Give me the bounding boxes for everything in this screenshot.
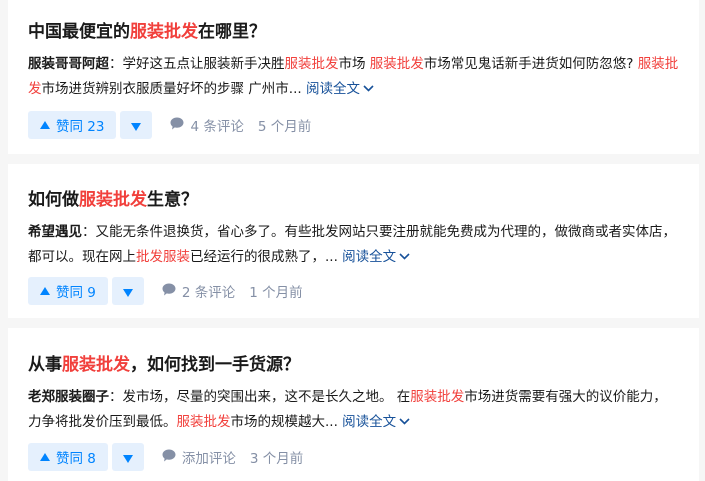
comments-button[interactable]: 4 条评论 <box>170 115 244 135</box>
result-title[interactable]: 如何做服装批发生意？ <box>28 188 679 212</box>
author-name: 老郑服装圈子 <box>28 389 109 405</box>
excerpt-text: 发市场，尽量的突围出来，这不是长久之地。 在 <box>122 389 411 405</box>
title-text: 从事 <box>28 355 62 375</box>
title-text: 中国最便宜的 <box>28 22 130 42</box>
chevron-down-icon <box>399 409 410 433</box>
result-title[interactable]: 中国最便宜的服装批发在哪里？ <box>28 20 679 44</box>
excerpt-text: ： <box>109 56 123 72</box>
read-more-label: 阅读全文 <box>342 414 397 430</box>
search-result-card: 中国最便宜的服装批发在哪里？ 服装哥哥阿超：学好这五点让服装新手决胜服装批发市场… <box>8 0 699 154</box>
title-text: 生意？ <box>147 190 198 210</box>
excerpt-text: 市场进货辨别衣服质量好坏的步骤 广州市... <box>41 81 306 97</box>
excerpt-keyword-highlight: 服装批发 <box>284 56 339 72</box>
answer-excerpt[interactable]: 老郑服装圈子：发市场，尽量的突围出来，这不是长久之地。 在服装批发市场进货需要有… <box>28 385 680 434</box>
excerpt-keyword-highlight: 批发服装 <box>136 249 190 265</box>
vote-up-label: 赞同 9 <box>56 285 96 301</box>
search-result-card: 如何做服装批发生意？ 希望遇见：又能无条件退换货，省心多了。有些批发网站只要注册… <box>8 164 699 318</box>
excerpt-keyword-highlight: 服装批发 <box>410 389 465 405</box>
triangle-down-icon <box>131 116 142 135</box>
answer-timestamp: 5 个月前 <box>257 119 312 135</box>
triangle-down-icon <box>122 282 133 301</box>
author-name: 希望遇见 <box>28 224 82 240</box>
triangle-up-icon <box>40 117 50 133</box>
answer-actions: 赞同 23 4 条评论 5 个月前 <box>28 110 311 140</box>
excerpt-text: 市场常见鬼话新手进货如何防忽悠? <box>423 56 638 72</box>
title-text: 如何做 <box>28 190 79 210</box>
title-text: ，如何找到一手货源？ <box>130 355 300 375</box>
excerpt-text: 市场 <box>338 56 370 72</box>
title-keyword-highlight: 服装批发 <box>62 355 130 375</box>
chevron-down-icon <box>399 244 410 268</box>
chevron-down-icon <box>363 76 374 100</box>
answer-timestamp: 1 个月前 <box>249 285 303 301</box>
answer-excerpt[interactable]: 服装哥哥阿超：学好这五点让服装新手决胜服装批发市场 服装批发市场常见鬼话新手进货… <box>28 52 680 101</box>
read-more-button[interactable]: 阅读全文 <box>306 81 374 97</box>
read-more-label: 阅读全文 <box>305 81 360 97</box>
answer-actions: 赞同 8 添加评论 3 个月前 <box>28 442 303 472</box>
vote-down-button[interactable] <box>111 443 144 471</box>
vote-up-button[interactable]: 赞同 23 <box>28 111 117 139</box>
author-name: 服装哥哥阿超 <box>28 56 109 72</box>
read-more-label: 阅读全文 <box>342 249 397 265</box>
excerpt-text: 已经运行的很成熟了，... <box>190 249 343 265</box>
comments-label: 添加评论 <box>181 451 236 467</box>
vote-down-button[interactable] <box>111 277 144 305</box>
excerpt-text: ： <box>109 389 123 405</box>
title-text: 在哪里？ <box>198 22 266 42</box>
triangle-up-icon <box>40 283 50 299</box>
triangle-down-icon <box>122 448 133 467</box>
read-more-button[interactable]: 阅读全文 <box>342 414 410 430</box>
vote-down-button[interactable] <box>120 111 153 139</box>
excerpt-text: ： <box>82 224 96 240</box>
comment-bubble-icon <box>162 449 176 466</box>
comments-label: 4 条评论 <box>190 119 244 135</box>
excerpt-text: 学好这五点让服装新手决胜 <box>122 56 285 72</box>
answer-actions: 赞同 9 2 条评论 1 个月前 <box>28 276 303 306</box>
title-keyword-highlight: 服装批发 <box>79 190 147 210</box>
read-more-button[interactable]: 阅读全文 <box>342 249 410 265</box>
answer-timestamp: 3 个月前 <box>249 451 304 467</box>
excerpt-text: 市场的规模越大... <box>230 414 343 430</box>
vote-up-button[interactable]: 赞同 9 <box>28 277 108 305</box>
excerpt-keyword-highlight: 服装批发 <box>176 414 231 430</box>
search-result-card: 从事服装批发，如何找到一手货源？ 老郑服装圈子：发市场，尽量的突围出来，这不是长… <box>8 328 699 481</box>
comments-button[interactable]: 2 条评论 <box>162 281 235 301</box>
triangle-up-icon <box>40 449 50 465</box>
comment-bubble-icon <box>162 283 176 300</box>
vote-up-button[interactable]: 赞同 8 <box>28 443 108 471</box>
comments-button[interactable]: 添加评论 <box>162 447 236 467</box>
comments-label: 2 条评论 <box>181 285 236 301</box>
vote-up-label: 赞同 23 <box>56 119 105 135</box>
comment-bubble-icon <box>170 117 184 134</box>
title-keyword-highlight: 服装批发 <box>130 22 198 42</box>
result-title[interactable]: 从事服装批发，如何找到一手货源？ <box>28 353 679 377</box>
excerpt-keyword-highlight: 服装批发 <box>369 56 424 72</box>
vote-up-label: 赞同 8 <box>56 451 96 467</box>
answer-excerpt[interactable]: 希望遇见：又能无条件退换货，省心多了。有些批发网站只要注册就能免费成为代理的，做… <box>28 220 680 269</box>
